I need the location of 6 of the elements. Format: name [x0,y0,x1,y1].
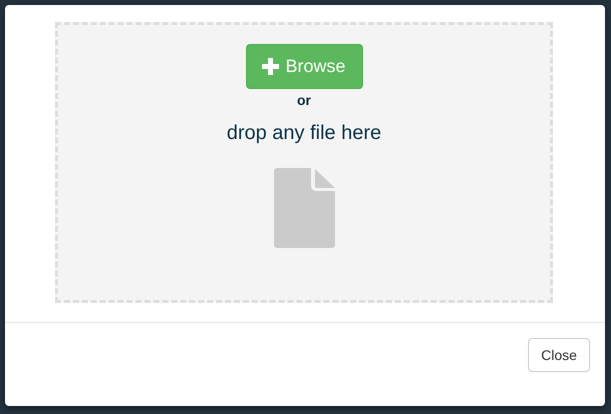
plus-icon [262,58,280,75]
file-icon [274,168,334,248]
drop-message: drop any file here [226,122,382,145]
or-label: or [297,92,311,108]
close-button[interactable]: Close [528,338,590,372]
drop-zone[interactable]: Browse or drop any file here [55,22,553,303]
